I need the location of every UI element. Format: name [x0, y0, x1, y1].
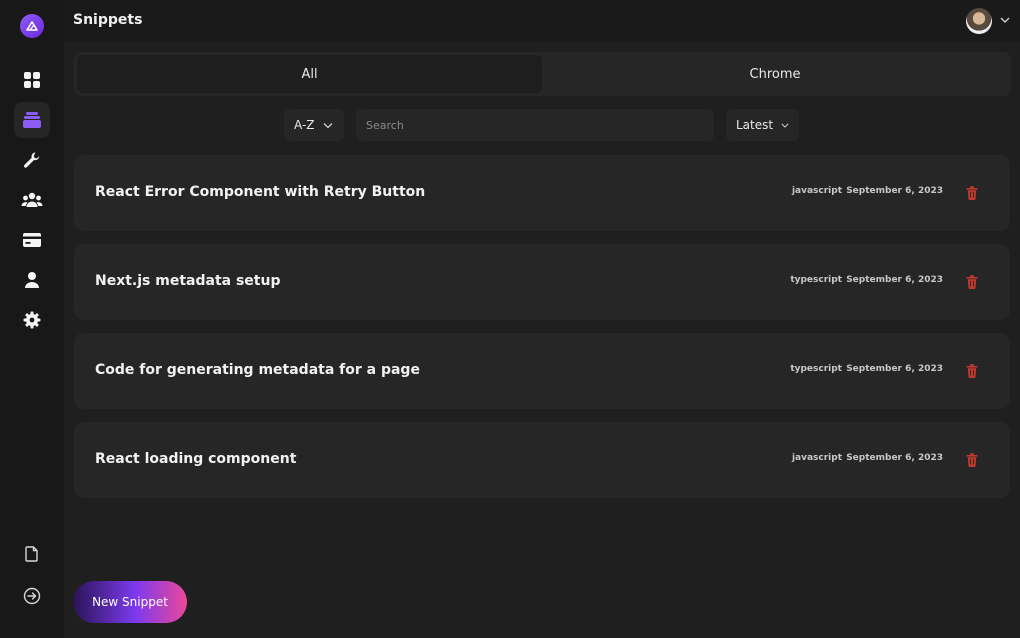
document-icon [25, 546, 38, 562]
tab-chrome[interactable]: Chrome [542, 55, 1008, 93]
snippet-language: typescript [790, 275, 842, 285]
sidebar-item-profile[interactable] [14, 262, 50, 298]
logout-icon [23, 587, 41, 605]
delete-button[interactable] [964, 184, 980, 202]
sidebar-item-logout[interactable] [14, 578, 50, 614]
delete-button[interactable] [964, 362, 980, 380]
snippet-language: javascript [791, 186, 842, 196]
gear-icon [23, 311, 41, 329]
trash-icon [966, 364, 978, 378]
snippets-stack-icon [23, 112, 41, 128]
order-select-label: Latest [736, 118, 774, 132]
snippet-date: September 6, 2023 [846, 186, 943, 196]
snippet-card[interactable]: React loading component javascript Septe… [74, 422, 1010, 498]
snippet-title: React loading component [95, 451, 297, 467]
top-header: Snippets [64, 0, 1020, 42]
sidebar-item-settings[interactable] [14, 302, 50, 338]
page-title: Snippets [73, 12, 143, 28]
snippet-title: Code for generating metadata for a page [95, 362, 420, 378]
sidebar [0, 0, 64, 638]
delete-button[interactable] [964, 451, 980, 469]
trash-icon [966, 275, 978, 289]
new-snippet-button[interactable]: New Snippet [73, 581, 187, 623]
snippet-date: September 6, 2023 [846, 364, 943, 374]
avatar[interactable] [966, 8, 992, 34]
sidebar-item-tools[interactable] [14, 142, 50, 178]
trash-icon [966, 186, 978, 200]
wrench-icon [24, 152, 40, 168]
app-logo-icon[interactable] [20, 14, 44, 38]
snippet-card[interactable]: Code for generating metadata for a page … [74, 333, 1010, 409]
users-icon [21, 192, 43, 207]
snippet-date: September 6, 2023 [846, 275, 943, 285]
sidebar-item-docs[interactable] [14, 536, 50, 572]
sort-select[interactable]: A-Z [284, 109, 344, 141]
trash-icon [966, 453, 978, 467]
delete-button[interactable] [964, 273, 980, 291]
credit-card-icon [23, 233, 41, 247]
sidebar-item-team[interactable] [14, 182, 50, 218]
snippet-language: typescript [790, 364, 842, 374]
chevron-down-icon [323, 122, 332, 128]
chevron-down-icon[interactable] [1000, 16, 1010, 24]
sidebar-item-snippets[interactable] [14, 102, 50, 138]
search-input[interactable] [356, 109, 714, 141]
order-select[interactable]: Latest [726, 109, 799, 141]
dashboard-grid-icon [24, 72, 40, 88]
user-icon [25, 272, 39, 288]
snippet-title: Next.js metadata setup [95, 273, 281, 289]
chevron-down-icon [781, 123, 789, 128]
snippet-title: React Error Component with Retry Button [95, 184, 426, 200]
snippet-language: javascript [791, 453, 842, 463]
sidebar-item-dashboard[interactable] [14, 62, 50, 98]
snippet-card[interactable]: React Error Component with Retry Button … [74, 155, 1010, 231]
app-root: Snippets All Chrome A-Z Latest React Err… [0, 0, 1020, 638]
snippet-date: September 6, 2023 [846, 453, 943, 463]
sidebar-item-billing[interactable] [14, 222, 50, 258]
source-tabs: All Chrome [74, 52, 1011, 96]
sort-select-label: A-Z [294, 118, 315, 132]
snippet-card[interactable]: Next.js metadata setup typescript Septem… [74, 244, 1010, 320]
tab-all[interactable]: All [77, 55, 542, 93]
